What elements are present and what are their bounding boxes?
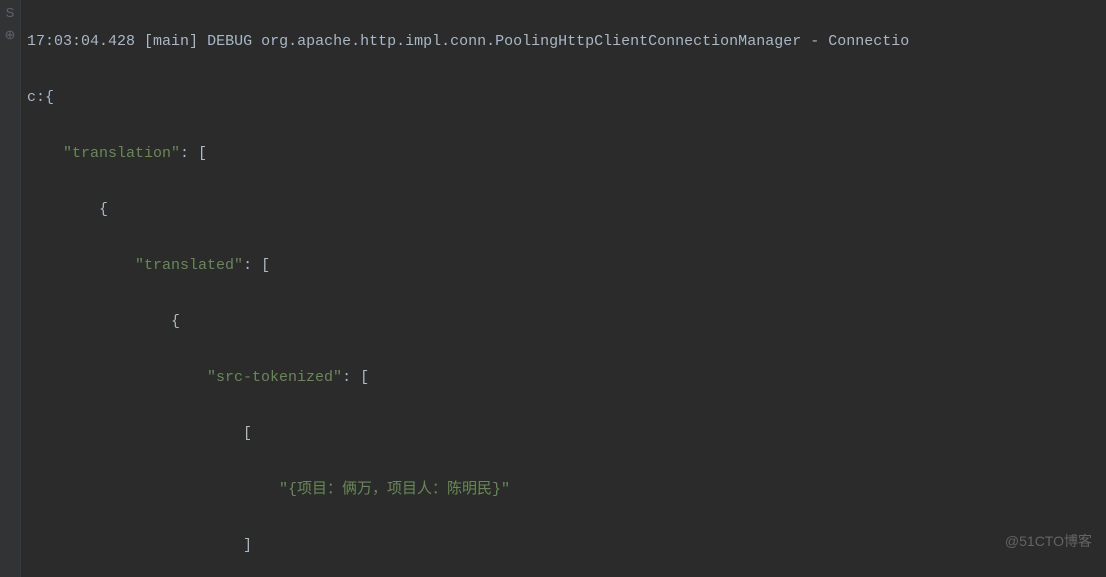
bracket: ] — [243, 537, 252, 554]
bracket: [ — [243, 425, 252, 442]
gutter-glyph-1: S — [0, 0, 20, 22]
log-logger: org.apache.http.impl.conn.PoolingHttpCli… — [261, 33, 801, 50]
code-line: c:{ — [27, 84, 1106, 112]
json-key: "translated" — [135, 257, 243, 274]
json-key: "translation" — [63, 145, 180, 162]
json-key: "src-tokenized" — [207, 369, 342, 386]
code-line: "translated": [ — [27, 252, 1106, 280]
json-string: "{项目：俩万，项目人：陈明民}" — [279, 481, 510, 498]
code-line: [ — [27, 420, 1106, 448]
log-line-1: 17:03:04.428 [main] DEBUG org.apache.htt… — [27, 28, 1106, 56]
log-level: DEBUG — [207, 33, 252, 50]
code-line: "src-tokenized": [ — [27, 364, 1106, 392]
log-sep: - — [810, 33, 819, 50]
log-tail: Connectio — [828, 33, 909, 50]
editor-viewport: S ⊕ 17:03:04.428 [main] DEBUG org.apache… — [0, 0, 1106, 577]
code-area[interactable]: 17:03:04.428 [main] DEBUG org.apache.htt… — [21, 0, 1106, 577]
brace: { — [99, 201, 108, 218]
code-line: { — [27, 196, 1106, 224]
log-timestamp: 17:03:04.428 — [27, 33, 135, 50]
brace: { — [171, 313, 180, 330]
gutter-glyph-2: ⊕ — [0, 22, 20, 44]
code-line: { — [27, 308, 1106, 336]
log-thread: [main] — [144, 33, 198, 50]
editor-gutter: S ⊕ — [0, 0, 21, 577]
code-line: "translation": [ — [27, 140, 1106, 168]
code-line: ] — [27, 532, 1106, 560]
text: c:{ — [27, 89, 54, 106]
code-line: "{项目：俩万，项目人：陈明民}" — [27, 476, 1106, 504]
